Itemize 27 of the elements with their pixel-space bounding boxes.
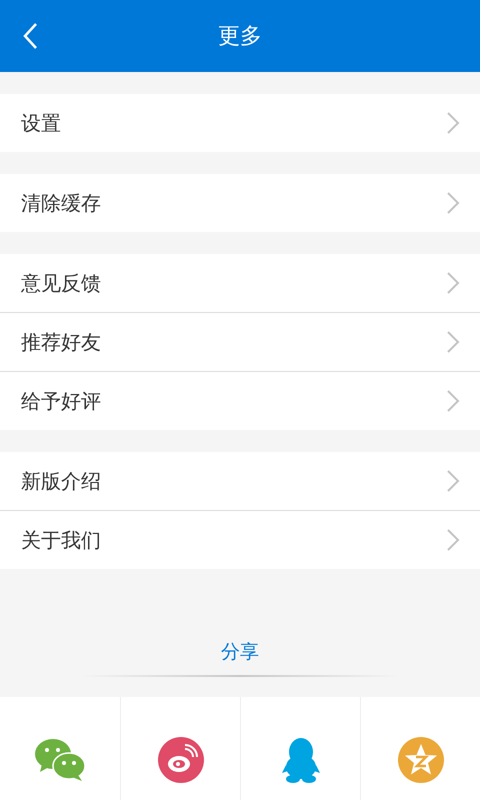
menu-item-label: 意见反馈 xyxy=(21,270,101,296)
menu-item[interactable]: 新版介绍 xyxy=(0,452,480,510)
menu-item-label: 清除缓存 xyxy=(21,190,101,216)
menu-item[interactable]: 给予好评 xyxy=(0,371,480,430)
menu-item-label: 推荐好友 xyxy=(21,328,101,356)
chevron-right-icon xyxy=(446,111,460,135)
chevron-right-icon xyxy=(446,389,460,413)
chevron-right-icon xyxy=(446,191,460,215)
menu-item[interactable]: 推荐好友 xyxy=(0,312,480,371)
menu-item-label: 新版介绍 xyxy=(21,468,101,494)
chevron-right-icon xyxy=(446,271,460,295)
chevron-right-icon xyxy=(446,528,460,552)
chevron-right-icon xyxy=(446,469,460,493)
menu-item[interactable]: 意见反馈 xyxy=(0,254,480,312)
menu-item-label: 关于我们 xyxy=(21,526,101,554)
menu-item-label: 给予好评 xyxy=(21,388,101,414)
share-heading: 分享 xyxy=(221,640,259,665)
page-title: 更多 xyxy=(218,23,262,51)
chevron-right-icon xyxy=(446,330,460,354)
menu-item[interactable]: 关于我们 xyxy=(0,510,480,569)
chat-bubbles-icon xyxy=(34,738,86,782)
penguin-icon xyxy=(280,736,320,782)
menu-item[interactable]: 清除缓存 xyxy=(0,174,480,232)
menu-item[interactable]: 设置 xyxy=(0,94,480,152)
back-icon xyxy=(22,22,38,50)
menu-item-label: 设置 xyxy=(21,110,61,136)
weibo-icon xyxy=(158,736,204,782)
